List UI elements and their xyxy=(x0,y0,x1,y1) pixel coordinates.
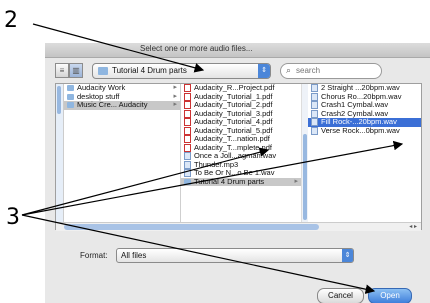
pdf-icon xyxy=(184,143,191,152)
format-select-value: All files xyxy=(121,251,147,260)
column-2: Audacity_R...Project.pdf Audacity_Tutoria… xyxy=(181,84,302,229)
dialog-title: Select one or more audio files... xyxy=(140,44,253,53)
chevron-right-icon: ▸ xyxy=(173,101,177,108)
list-item-label: Music Cre... Audacity xyxy=(77,100,148,109)
folder-icon xyxy=(67,85,74,92)
audio-file-icon xyxy=(184,169,191,178)
audio-file-icon xyxy=(311,118,318,127)
callout-3: 3 xyxy=(6,205,20,230)
dialog-toolbar: ≡ ▥ Tutorial 4 Drum parts ⇕ ⌕ xyxy=(45,58,430,83)
list-item-label: Verse Rock...0bpm.wav xyxy=(321,125,400,135)
pdf-icon xyxy=(184,109,191,118)
search-field[interactable]: ⌕ xyxy=(280,63,382,79)
chevron-right-icon: ▸ xyxy=(173,84,177,91)
column-1: Audacity Work ▸ desktop stuff ▸ Music Cre...… xyxy=(64,84,181,229)
folder-popup[interactable]: Tutorial 4 Drum parts ⇕ xyxy=(92,63,271,79)
list-item[interactable]: Music Cre... Audacity ▸ xyxy=(64,100,180,110)
scroll-arrows-icon: ◂ ▸ xyxy=(409,224,417,230)
pdf-icon xyxy=(184,126,191,135)
file-browser: Audacity Work ▸ desktop stuff ▸ Music Cre...… xyxy=(55,83,422,231)
pdf-icon xyxy=(184,135,191,144)
column-view-icon[interactable]: ▥ xyxy=(69,63,83,78)
pdf-icon xyxy=(184,118,191,127)
audio-file-icon xyxy=(311,92,318,101)
audio-file-icon xyxy=(184,160,191,169)
search-input[interactable] xyxy=(296,65,376,76)
select-arrows-icon: ⇕ xyxy=(342,249,353,262)
list-view-icon[interactable]: ≡ xyxy=(55,63,69,78)
list-item[interactable]: Verse Rock...0bpm.wav xyxy=(308,125,421,136)
column-3: 2 Straight ...20bpm.wav Chorus Ro...20bpm… xyxy=(308,84,421,229)
audio-file-icon xyxy=(311,84,318,93)
pdf-icon xyxy=(184,92,191,101)
list-item-label: Tutorial 4 Drum parts xyxy=(194,176,265,186)
chevron-right-icon: ▸ xyxy=(294,177,298,185)
folder-icon xyxy=(184,178,191,185)
folder-icon xyxy=(67,102,74,109)
format-select[interactable]: All files ⇕ xyxy=(116,248,354,263)
popup-arrows-icon: ⇕ xyxy=(258,64,270,78)
column-2-scrollbar[interactable] xyxy=(301,84,308,222)
folder-icon xyxy=(67,93,74,100)
pdf-icon xyxy=(184,84,191,93)
sidebar-scrollbar[interactable] xyxy=(56,84,64,229)
format-label: Format: xyxy=(80,251,108,260)
callout-2: 2 xyxy=(4,8,18,33)
audio-file-icon xyxy=(184,152,191,161)
search-icon: ⌕ xyxy=(286,65,292,75)
folder-icon xyxy=(98,67,108,75)
pdf-icon xyxy=(184,101,191,110)
dialog-titlebar: Select one or more audio files... xyxy=(45,43,430,58)
chevron-right-icon: ▸ xyxy=(173,92,177,100)
open-button[interactable]: Open xyxy=(368,288,412,303)
cancel-button[interactable]: Cancel xyxy=(317,288,364,303)
list-item[interactable]: Tutorial 4 Drum parts ▸ xyxy=(181,176,301,186)
audio-file-icon xyxy=(311,101,318,110)
horizontal-scrollbar[interactable]: ◂ ▸ xyxy=(56,222,421,231)
audio-file-icon xyxy=(311,126,318,135)
open-file-dialog: Select one or more audio files... ≡ ▥ Tu… xyxy=(45,43,430,303)
folder-popup-label: Tutorial 4 Drum parts xyxy=(112,66,187,75)
audio-file-icon xyxy=(311,109,318,118)
